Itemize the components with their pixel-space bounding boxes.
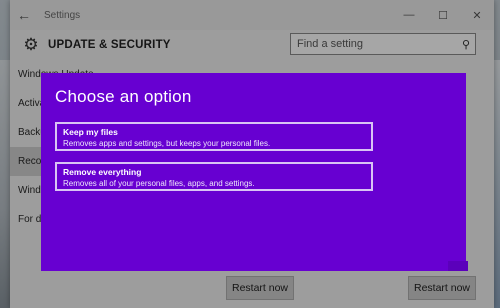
option-description: Removes apps and settings, but keeps you…: [63, 139, 271, 148]
dialog-title: Choose an option: [55, 87, 192, 106]
option-keep-my-files[interactable]: Keep my files Removes apps and settings,…: [55, 122, 373, 151]
option-title: Keep my files: [63, 127, 118, 137]
dialog-corner-accent: [448, 261, 468, 271]
option-remove-everything[interactable]: Remove everything Removes all of your pe…: [55, 162, 373, 191]
choose-option-dialog: Choose an option Keep my files Removes a…: [41, 73, 468, 271]
option-title: Remove everything: [63, 167, 142, 177]
option-description: Removes all of your personal files, apps…: [63, 179, 255, 188]
